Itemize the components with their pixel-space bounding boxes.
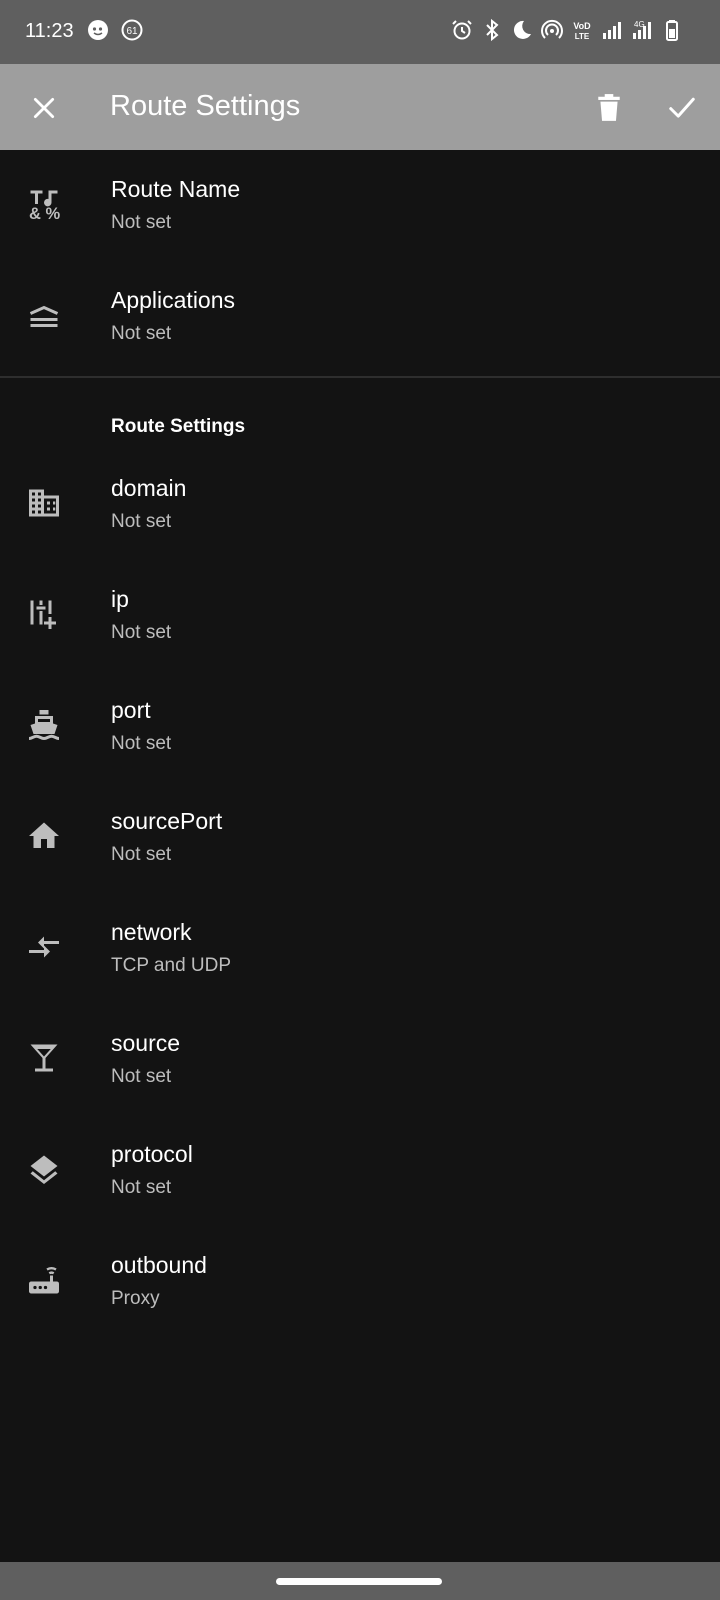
svg-text:61: 61: [126, 26, 138, 37]
delete-icon: [598, 94, 620, 121]
battery-icon: [666, 20, 678, 41]
item-value: Not set: [111, 733, 172, 754]
item-title: network: [111, 919, 192, 945]
bluetooth-icon: [486, 18, 499, 42]
item-value: Not set: [111, 323, 172, 344]
item-value: Not set: [111, 511, 172, 532]
navigation-bar: [0, 1562, 720, 1600]
confirm-button[interactable]: [662, 88, 702, 128]
outbound-item[interactable]: outbound Proxy: [0, 1226, 720, 1338]
close-button[interactable]: [24, 88, 64, 128]
layers-lines-icon: [29, 305, 59, 327]
item-value: Not set: [111, 622, 172, 643]
svg-text:VoD: VoD: [573, 21, 591, 31]
item-value: Proxy: [111, 1288, 160, 1309]
item-value: Not set: [111, 1177, 172, 1198]
ship-icon: [28, 710, 60, 741]
building-icon: [29, 489, 59, 517]
chat-bubble-icon: [88, 20, 108, 40]
port-item[interactable]: port Not set: [0, 671, 720, 783]
alarm-icon: [452, 20, 472, 40]
svg-text:%: %: [46, 205, 61, 222]
item-title: port: [111, 697, 151, 723]
home-icon: [29, 822, 59, 848]
applications-item[interactable]: Applications Not set: [0, 261, 720, 373]
signal-icon: [603, 22, 621, 39]
signal-4g-icon: 4G: [633, 20, 651, 39]
item-value: TCP and UDP: [111, 955, 232, 976]
section-header: Route Settings: [111, 416, 246, 437]
item-title: Route Name: [111, 176, 241, 202]
ip-item[interactable]: ip Not set: [0, 560, 720, 672]
item-title: Applications: [111, 287, 236, 313]
layers-icon: [30, 1155, 58, 1184]
item-value: Not set: [111, 1066, 172, 1087]
sliders-add-icon: [30, 600, 56, 629]
delete-button[interactable]: [589, 88, 629, 128]
source-port-item[interactable]: sourcePort Not set: [0, 782, 720, 894]
item-title: ip: [111, 586, 129, 612]
item-title: outbound: [111, 1252, 207, 1278]
check-icon: [669, 97, 695, 118]
divider: [0, 376, 720, 378]
do-not-disturb-moon-icon: [513, 20, 531, 39]
status-time: 11:23: [25, 20, 74, 42]
item-title: source: [111, 1030, 181, 1056]
svg-text:LTE: LTE: [575, 32, 590, 41]
router-icon: [29, 1267, 59, 1294]
app-bar: Route Settings: [0, 64, 720, 150]
source-item[interactable]: source Not set: [0, 1004, 720, 1116]
item-value: Not set: [111, 844, 172, 865]
route-name-item[interactable]: & % Route Name Not set: [0, 150, 720, 262]
compare-arrows-icon: [29, 936, 59, 958]
close-icon: [33, 97, 55, 119]
status-bar: 11:23 61 VoD LTE 4G: [0, 0, 720, 64]
text-format-icon: & %: [29, 190, 61, 222]
item-title: domain: [111, 475, 187, 501]
page-title: Route Settings: [110, 90, 301, 122]
notification-count-icon: 61: [121, 19, 143, 41]
item-title: sourcePort: [111, 808, 223, 834]
hotspot-icon: [541, 19, 563, 39]
item-value: Not set: [111, 212, 172, 233]
volte-icon: VoD LTE: [573, 21, 591, 41]
svg-text:&: &: [29, 205, 41, 222]
domain-item[interactable]: domain Not set: [0, 449, 720, 561]
item-title: protocol: [111, 1141, 193, 1167]
home-gesture-handle[interactable]: [276, 1578, 442, 1585]
network-item[interactable]: network TCP and UDP: [0, 893, 720, 1005]
protocol-item[interactable]: protocol Not set: [0, 1115, 720, 1227]
cocktail-glass-icon: [30, 1044, 58, 1072]
